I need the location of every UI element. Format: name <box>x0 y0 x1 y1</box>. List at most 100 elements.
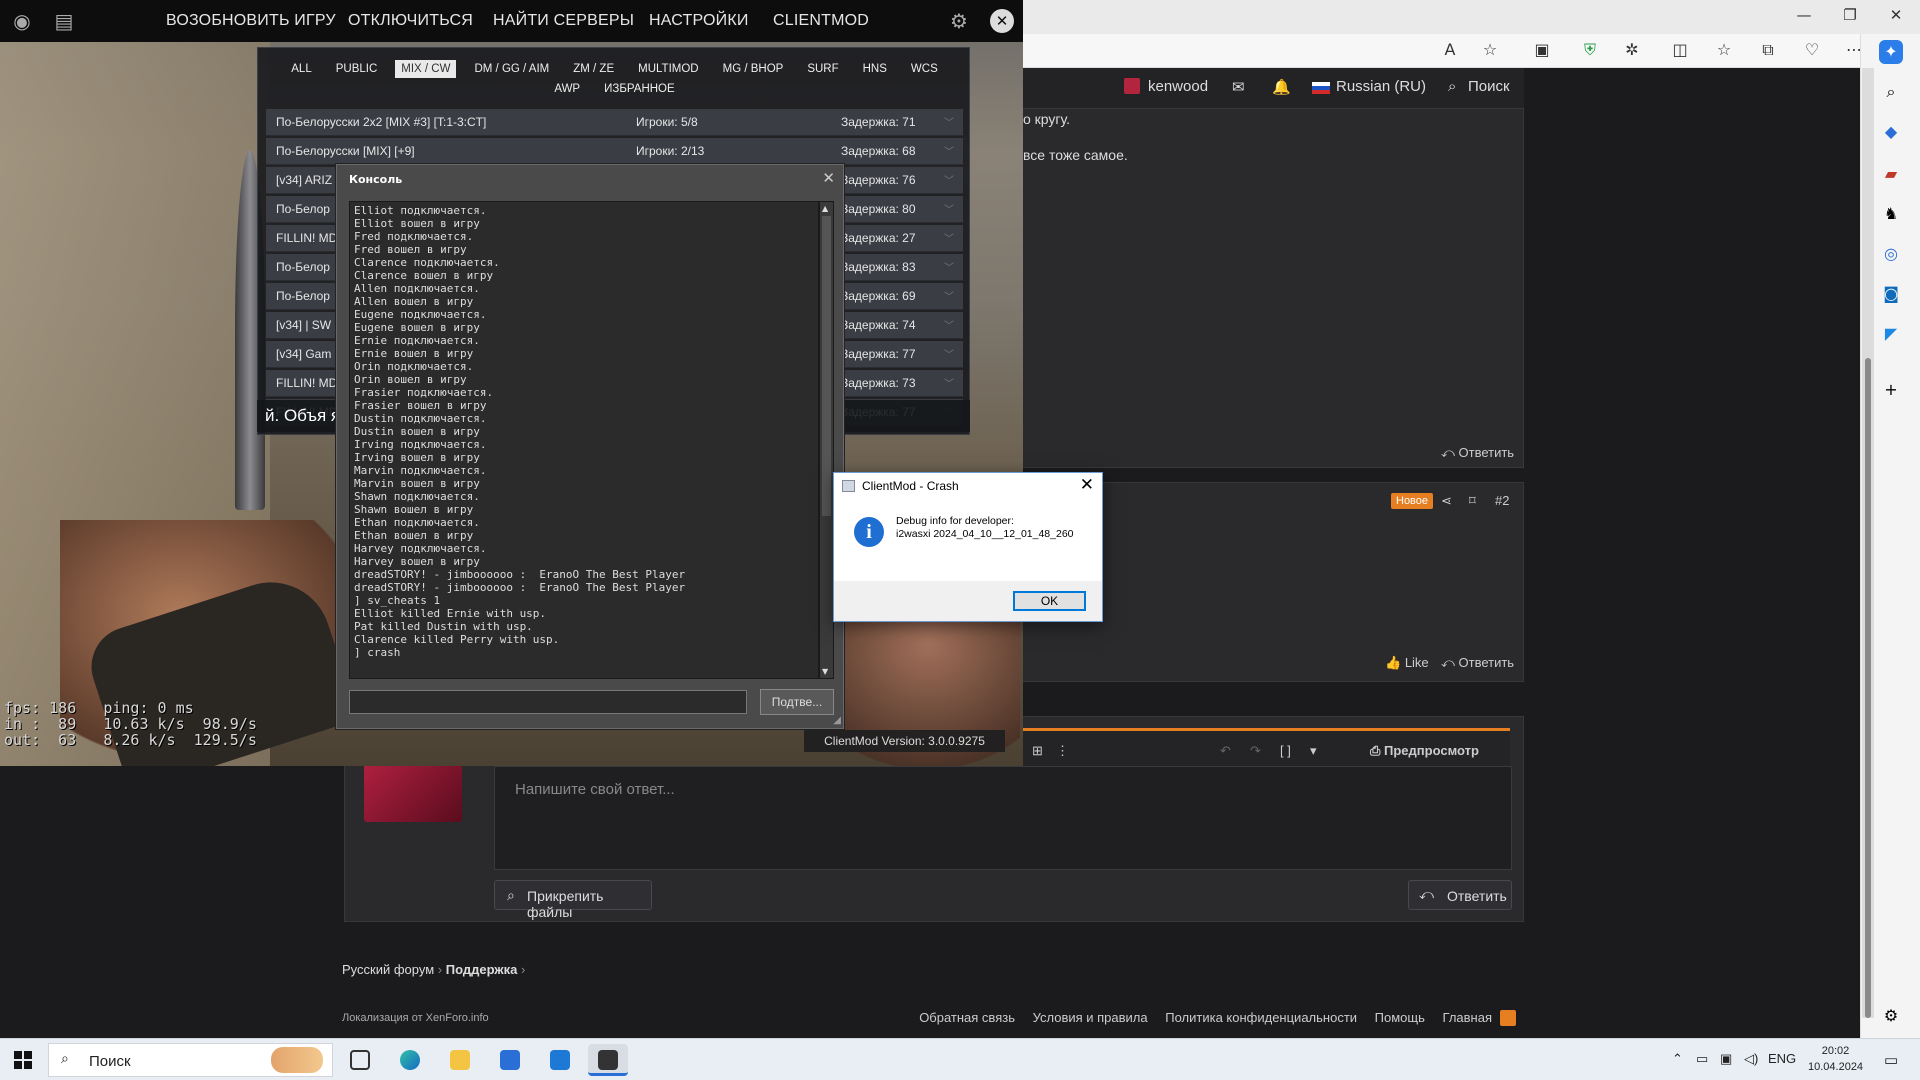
tab-wcs[interactable]: WCS <box>905 60 944 78</box>
copilot-icon[interactable]: ✦ <box>1879 40 1903 64</box>
chevron-down-icon[interactable]: ﹀ <box>944 172 954 187</box>
footer-link[interactable]: Помощь <box>1375 1010 1425 1025</box>
mail-icon[interactable]: ✉ <box>1232 78 1245 96</box>
footer-credit[interactable]: Локализация от XenForo.info <box>342 1012 489 1024</box>
close-icon[interactable]: ✕ <box>822 169 835 187</box>
tab-all[interactable]: ALL <box>285 60 317 78</box>
post-number[interactable]: #2 <box>1495 493 1509 508</box>
share-icon[interactable]: ⋖ <box>1441 493 1452 509</box>
settings-icon[interactable]: ⚙ <box>1879 1004 1903 1028</box>
clientmod-taskbar-icon[interactable] <box>588 1044 628 1076</box>
close-icon[interactable]: ✕ <box>1080 475 1094 495</box>
close-icon[interactable]: ✕ <box>990 9 1014 33</box>
volume-icon[interactable]: ◁) <box>1744 1051 1758 1067</box>
search-icon[interactable]: ⌕ <box>1879 80 1903 104</box>
rss-icon[interactable] <box>1500 1010 1516 1026</box>
chevron-down-icon[interactable]: ﹀ <box>944 201 954 216</box>
collections-icon[interactable]: ⧉ <box>1756 40 1780 60</box>
games-icon[interactable]: ♞ <box>1879 202 1903 226</box>
scroll-thumb[interactable] <box>1865 358 1871 1018</box>
input-language[interactable]: ENG <box>1768 1051 1796 1066</box>
tab-hns[interactable]: HNS <box>857 60 893 78</box>
search-icon[interactable]: ⌕ <box>1448 78 1456 95</box>
breadcrumb-item[interactable]: Поддержка <box>446 962 518 977</box>
attach-files-button[interactable]: ⌕ Прикрепить файлы <box>494 880 652 920</box>
gear-icon[interactable]: ⚙ <box>947 9 971 33</box>
language-selector[interactable]: Russian (RU) <box>1336 78 1426 95</box>
tab-mg[interactable]: MG / BHOP <box>717 60 790 78</box>
page-scrollbar[interactable] <box>1862 68 1874 1018</box>
network-icon[interactable]: ▣ <box>1720 1051 1732 1067</box>
edge-icon[interactable] <box>390 1044 430 1076</box>
redo-icon[interactable]: ↷ <box>1250 743 1261 759</box>
preview-button[interactable]: ⎙ Предпросмотр <box>1370 743 1479 759</box>
tab-surf[interactable]: SURF <box>801 60 844 78</box>
inventory-icon[interactable]: ▤ <box>52 9 76 33</box>
undo-icon[interactable]: ↶ <box>1220 743 1231 759</box>
favorites-icon[interactable]: ☆ <box>1712 40 1736 59</box>
console-scrollbar[interactable]: ▲ ▼ <box>819 201 834 679</box>
chevron-down-icon[interactable]: ﹀ <box>944 230 954 245</box>
reply-textarea[interactable]: Напишите свой ответ... <box>494 766 1512 870</box>
post-reply-button[interactable]: ⤺ Ответить <box>1408 880 1512 910</box>
console-input[interactable] <box>349 690 747 714</box>
tab-dm[interactable]: DM / GG / AIM <box>468 60 555 78</box>
footer-link[interactable]: Условия и правила <box>1033 1010 1148 1025</box>
tab-awp[interactable]: AWP <box>548 80 586 98</box>
scroll-thumb[interactable] <box>822 216 831 516</box>
ok-button[interactable]: OK <box>1013 591 1086 611</box>
restore-icon[interactable]: ❐ <box>1830 6 1870 24</box>
favorite-star-icon[interactable]: ☆ <box>1478 40 1502 59</box>
tab-mix-cw[interactable]: MIX / CW <box>395 60 457 78</box>
user-name[interactable]: kenwood <box>1148 78 1208 95</box>
shield-extension-icon[interactable]: ⛨ <box>1578 40 1602 60</box>
reply-link[interactable]: ⤺ Ответить <box>1441 655 1514 671</box>
close-icon[interactable]: ✕ <box>1876 6 1916 24</box>
tab-favorites[interactable]: ИЗБРАННОЕ <box>598 80 681 98</box>
mail-icon[interactable] <box>540 1044 580 1076</box>
menu-clientmod[interactable]: CLIENTMOD <box>773 12 869 30</box>
tools-icon[interactable]: ▰ <box>1879 162 1903 186</box>
extensions-puzzle-icon[interactable]: ✲ <box>1620 40 1644 59</box>
outlook-icon[interactable]: ◙ <box>1879 282 1903 306</box>
shopping-tag-icon[interactable]: ◆ <box>1879 120 1903 144</box>
chevron-down-icon[interactable]: ﹀ <box>944 143 954 158</box>
chevron-down-icon[interactable]: ﹀ <box>944 259 954 274</box>
user-avatar[interactable] <box>1124 78 1140 94</box>
chevron-down-icon[interactable]: ﹀ <box>944 288 954 303</box>
notification-icon[interactable]: ▭ <box>1884 1051 1898 1069</box>
scroll-up-icon[interactable]: ▲ <box>822 204 828 213</box>
bbcode-icon[interactable]: [ ] <box>1280 743 1291 758</box>
read-aloud-icon[interactable]: A <box>1438 40 1462 59</box>
tab-zm[interactable]: ZM / ZE <box>567 60 620 78</box>
bell-icon[interactable]: 🔔 <box>1272 78 1291 96</box>
footer-link[interactable]: Обратная связь <box>919 1010 1015 1025</box>
minimize-icon[interactable]: — <box>1784 6 1824 24</box>
table-icon[interactable]: ⊞ <box>1032 743 1043 759</box>
tab-public[interactable]: PUBLIC <box>330 60 384 78</box>
chevron-down-icon[interactable]: ﹀ <box>944 375 954 390</box>
task-view-icon[interactable] <box>340 1044 380 1076</box>
menu-resume[interactable]: ВОЗОБНОВИТЬ ИГРУ <box>166 12 336 30</box>
drop-icon[interactable]: ◤ <box>1879 322 1903 346</box>
footer-link[interactable]: Главная <box>1443 1010 1492 1025</box>
drafts-icon[interactable]: ▾ <box>1310 743 1317 759</box>
bookmark-icon[interactable]: ⌑ <box>1469 493 1476 509</box>
menu-find-servers[interactable]: НАЙТИ СЕРВЕРЫ <box>493 12 634 30</box>
windows-start-icon[interactable] <box>14 1051 32 1069</box>
add-icon[interactable]: + <box>1879 378 1903 402</box>
file-explorer-icon[interactable] <box>440 1044 480 1076</box>
store-icon[interactable] <box>490 1044 530 1076</box>
split-screen-icon[interactable]: ◫ <box>1668 40 1692 59</box>
reply-link[interactable]: ⤺ Ответить <box>1441 445 1514 461</box>
tab-multimod[interactable]: MULTIMOD <box>632 60 704 78</box>
office-icon[interactable]: ◎ <box>1879 242 1903 266</box>
chevron-down-icon[interactable]: ﹀ <box>944 114 954 129</box>
resize-grip-icon[interactable]: ◢ <box>833 715 841 726</box>
scroll-down-icon[interactable]: ▼ <box>822 667 828 676</box>
menu-settings[interactable]: НАСТРОЙКИ <box>649 12 749 30</box>
server-row[interactable]: По-Белорусски 2x2 [MIX #3] [T:1-3:CT] Игр… <box>266 109 963 136</box>
browser-essentials-icon[interactable]: ♡ <box>1800 40 1824 59</box>
menu-disconnect[interactable]: ОТКЛЮЧИТЬСЯ <box>348 12 473 30</box>
submit-button[interactable]: Подтве... <box>760 689 834 715</box>
